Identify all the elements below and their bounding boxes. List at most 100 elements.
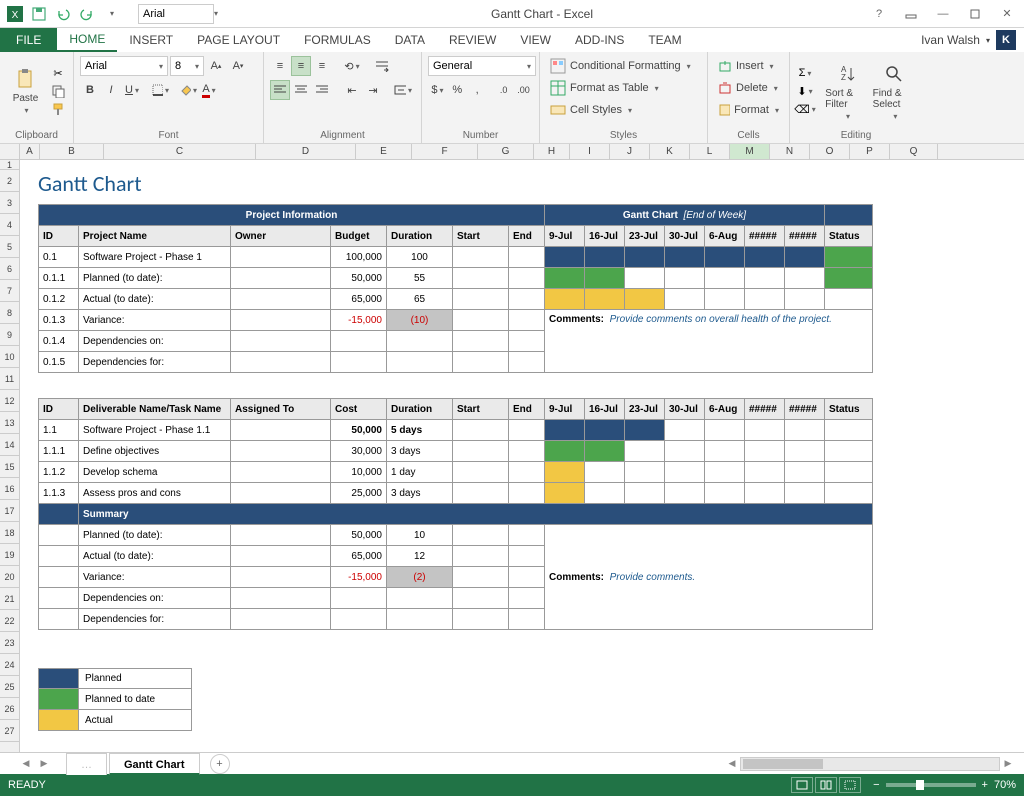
row-header[interactable]: 19: [0, 544, 19, 566]
format-as-table-button[interactable]: Format as Table▾: [546, 78, 701, 98]
insert-cells-button[interactable]: Insert▾: [714, 56, 783, 76]
orientation-icon[interactable]: ⟲▾: [342, 56, 362, 76]
redo-icon[interactable]: [76, 3, 98, 25]
font-name-select[interactable]: Arial▾: [80, 56, 168, 76]
row-header[interactable]: 6: [0, 258, 19, 280]
tab-addins[interactable]: ADD-INS: [563, 28, 636, 52]
tab-file[interactable]: FILE: [0, 28, 57, 52]
row-header[interactable]: 23: [0, 632, 19, 654]
row-header[interactable]: 3: [0, 192, 19, 214]
row-headers[interactable]: 1234567891011121314151617181920212223242…: [0, 160, 20, 752]
row-header[interactable]: 4: [0, 214, 19, 236]
table-row[interactable]: Planned (to date):50,00010Comments: Prov…: [39, 525, 873, 546]
row-header[interactable]: 10: [0, 346, 19, 368]
ribbon-options-icon[interactable]: [898, 3, 924, 25]
row-header[interactable]: 20: [0, 566, 19, 588]
decrease-font-icon[interactable]: A▾: [228, 56, 248, 76]
underline-button[interactable]: U▾: [122, 80, 142, 100]
table-row[interactable]: 1.1.1Define objectives30,0003 days: [39, 441, 873, 462]
close-icon[interactable]: ✕: [994, 3, 1020, 25]
table-row[interactable]: 1.1.2Develop schema10,0001 day: [39, 462, 873, 483]
clear-icon[interactable]: ⌫▾: [796, 101, 814, 117]
row-header[interactable]: 27: [0, 720, 19, 742]
align-middle-icon[interactable]: ≡: [291, 56, 311, 76]
hscroll-right-icon[interactable]: ▶: [1000, 756, 1016, 772]
cut-icon[interactable]: ✂: [49, 65, 67, 81]
tab-page-layout[interactable]: PAGE LAYOUT: [185, 28, 292, 52]
minimize-icon[interactable]: —: [930, 3, 956, 25]
fill-color-button[interactable]: ▾: [178, 80, 198, 100]
conditional-formatting-button[interactable]: Conditional Formatting▾: [546, 56, 701, 76]
align-top-icon[interactable]: ≡: [270, 56, 290, 76]
undo-icon[interactable]: [52, 3, 74, 25]
column-header[interactable]: A: [20, 144, 40, 159]
table-row[interactable]: 0.1.1Planned (to date):50,00055: [39, 268, 873, 289]
row-header[interactable]: 5: [0, 236, 19, 258]
column-header[interactable]: L: [690, 144, 730, 159]
normal-view-icon[interactable]: [791, 777, 813, 793]
table-row[interactable]: 1.1.3Assess pros and cons25,0003 days: [39, 483, 873, 504]
row-header[interactable]: 16: [0, 478, 19, 500]
help-icon[interactable]: ?: [866, 3, 892, 25]
fill-icon[interactable]: ⬇▾: [796, 83, 814, 99]
column-header[interactable]: F: [412, 144, 478, 159]
align-left-icon[interactable]: [270, 80, 290, 100]
tab-view[interactable]: VIEW: [508, 28, 563, 52]
autosum-icon[interactable]: Σ▾: [796, 65, 814, 81]
worksheet-cells[interactable]: Gantt Chart Project InformationGantt Cha…: [20, 160, 1024, 752]
row-header[interactable]: 26: [0, 698, 19, 720]
row-header[interactable]: 22: [0, 610, 19, 632]
tab-home[interactable]: HOME: [57, 28, 117, 52]
table-row[interactable]: 0.1Software Project - Phase 1100,000100: [39, 247, 873, 268]
format-painter-icon[interactable]: [49, 101, 67, 117]
font-color-button[interactable]: A▾: [199, 80, 219, 100]
find-select-button[interactable]: Find & Select▾: [873, 54, 916, 128]
save-icon[interactable]: [28, 3, 50, 25]
column-header[interactable]: P: [850, 144, 890, 159]
sheet-tab-hidden[interactable]: …: [66, 753, 107, 775]
italic-button[interactable]: I: [101, 80, 121, 100]
excel-icon[interactable]: X: [4, 3, 26, 25]
wrap-text-icon[interactable]: [372, 56, 392, 76]
row-header[interactable]: 7: [0, 280, 19, 302]
tab-scroll-right-icon[interactable]: ▶: [36, 756, 52, 772]
table-row[interactable]: 0.1.2Actual (to date):65,00065: [39, 289, 873, 310]
number-format-select[interactable]: General▾: [428, 56, 536, 76]
paste-button[interactable]: Paste▾: [6, 54, 45, 128]
row-header[interactable]: 13: [0, 412, 19, 434]
column-header[interactable]: Q: [890, 144, 938, 159]
zoom-level[interactable]: 70%: [994, 779, 1016, 791]
add-sheet-button[interactable]: +: [210, 754, 230, 774]
horizontal-scrollbar[interactable]: [740, 757, 1000, 771]
maximize-icon[interactable]: [962, 3, 988, 25]
zoom-out-icon[interactable]: −: [873, 779, 879, 791]
zoom-in-icon[interactable]: +: [982, 779, 988, 791]
zoom-slider[interactable]: [886, 783, 976, 787]
qat-customize-icon[interactable]: ▾: [100, 3, 122, 25]
tab-review[interactable]: REVIEW: [437, 28, 508, 52]
column-header[interactable]: M: [730, 144, 770, 159]
row-header[interactable]: 14: [0, 434, 19, 456]
column-header[interactable]: I: [570, 144, 610, 159]
hscroll-left-icon[interactable]: ◀: [724, 756, 740, 772]
column-header[interactable]: O: [810, 144, 850, 159]
row-header[interactable]: 8: [0, 302, 19, 324]
row-header[interactable]: 21: [0, 588, 19, 610]
percent-format-icon[interactable]: %: [448, 80, 467, 100]
bold-button[interactable]: B: [80, 80, 100, 100]
cell-styles-button[interactable]: Cell Styles▾: [546, 100, 701, 120]
decrease-indent-icon[interactable]: ⇤: [342, 80, 362, 100]
column-header[interactable]: H: [534, 144, 570, 159]
row-header[interactable]: 2: [0, 170, 19, 192]
increase-font-icon[interactable]: A▴: [206, 56, 226, 76]
tab-insert[interactable]: INSERT: [117, 28, 185, 52]
column-header[interactable]: D: [256, 144, 356, 159]
row-header[interactable]: 12: [0, 390, 19, 412]
increase-decimal-icon[interactable]: .0: [494, 80, 513, 100]
row-header[interactable]: 11: [0, 368, 19, 390]
align-center-icon[interactable]: [291, 80, 311, 100]
align-bottom-icon[interactable]: ≡: [312, 56, 332, 76]
user-account[interactable]: Ivan Walsh ▾ K: [921, 28, 1024, 52]
page-break-view-icon[interactable]: [839, 777, 861, 793]
column-header[interactable]: N: [770, 144, 810, 159]
